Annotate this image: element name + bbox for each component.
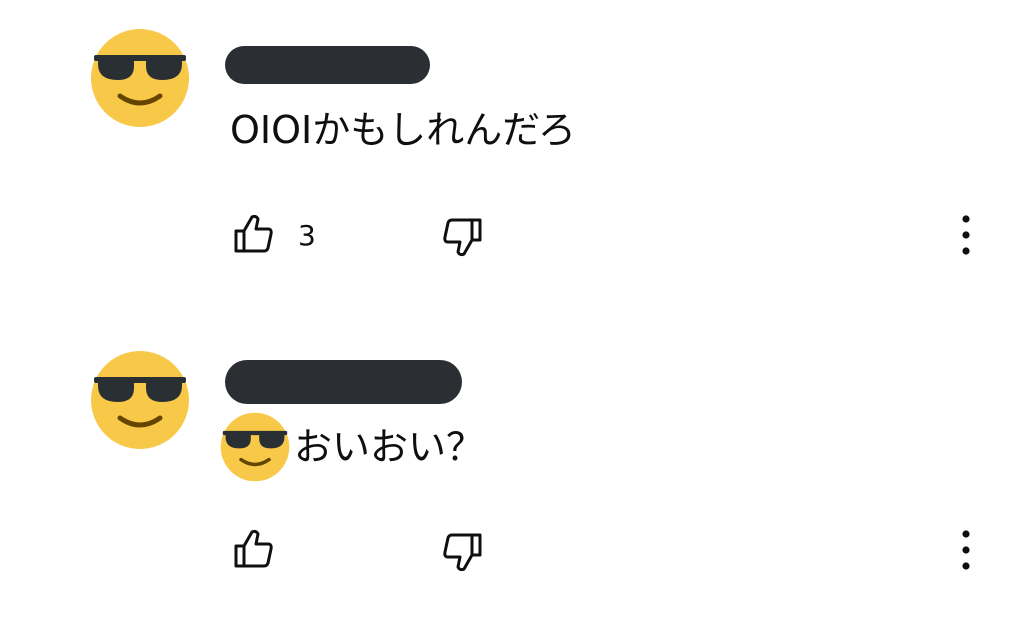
- comment-action-bar: 3: [0, 210, 1024, 260]
- thumbs-up-icon: [230, 211, 278, 259]
- sunglasses-emoji-icon[interactable]: [90, 350, 190, 450]
- comment-text-content: おいおい？: [294, 425, 485, 469]
- dislike-button[interactable]: [438, 214, 486, 266]
- more-vertical-icon: [950, 210, 982, 260]
- author-name-redacted[interactable]: [225, 46, 430, 84]
- dislike-button[interactable]: [438, 529, 486, 581]
- like-button[interactable]: 3: [230, 210, 316, 260]
- comment-action-bar: [0, 525, 1024, 575]
- comment-item: OIOIかもしれんだろ 3: [0, 0, 1024, 312]
- thumbs-down-icon: [438, 214, 486, 262]
- comment-text-content: OIOIかもしれんだろ: [230, 108, 576, 152]
- thumbs-up-icon: [230, 526, 278, 574]
- more-vertical-icon: [950, 525, 982, 575]
- like-button[interactable]: [230, 525, 298, 575]
- more-actions-button[interactable]: [950, 210, 982, 260]
- sunglasses-emoji-icon[interactable]: [90, 28, 190, 128]
- comment-item: おいおい？: [0, 320, 1024, 632]
- like-count: 3: [298, 218, 316, 252]
- author-name-redacted[interactable]: [225, 360, 462, 404]
- thumbs-down-icon: [438, 529, 486, 577]
- more-actions-button[interactable]: [950, 525, 982, 575]
- comment-text: OIOIかもしれんだろ: [230, 108, 576, 152]
- comment-text: おいおい？: [220, 412, 484, 482]
- sunglasses-emoji-icon: [220, 412, 290, 482]
